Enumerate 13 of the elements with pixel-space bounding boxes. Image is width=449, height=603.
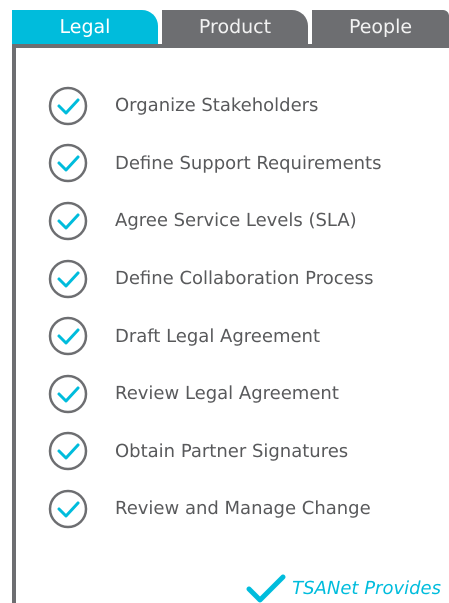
checklist-item: Define Collaboration Process [115,267,374,292]
checklist-item: Obtain Partner Signatures [115,440,348,464]
checklist-item: Draft Legal Agreement [115,324,320,349]
checklist-item: Agree Service Levels (SLA) [115,209,357,234]
tab[interactable]: Product [162,10,308,44]
checklist-item: Review Legal Agreement [115,382,339,406]
checkmark-icon [246,574,286,603]
checklist-item: Review and Manage Change [115,497,371,522]
checklist-item: Define Support Requirements [115,152,382,176]
tab[interactable]: People [312,10,449,44]
legend-label: TSANet Provides [292,577,441,602]
tab[interactable]: Legal [12,10,158,44]
checklist-item: Organize Stakeholders [115,94,318,118]
